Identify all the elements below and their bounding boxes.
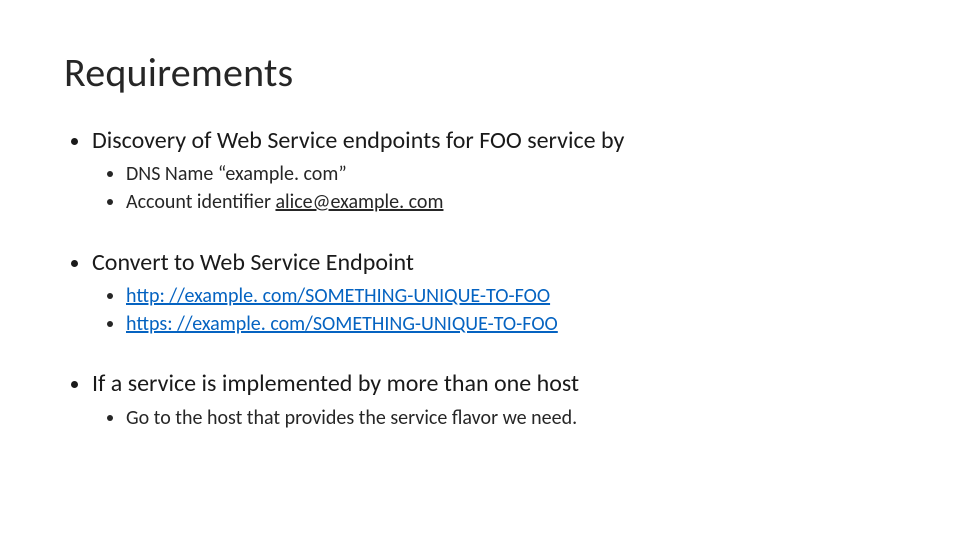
sub-http: http: //example. com/SOMETHING-UNIQUE-TO… [126, 283, 896, 311]
sub-text: Account identifier [126, 190, 275, 214]
bullet-multihost: If a service is implemented by more than… [92, 368, 896, 432]
sub-account: Account identifier alice@example. com [126, 189, 896, 217]
bullet-text: Discovery of Web Service endpoints for F… [92, 126, 624, 155]
https-link[interactable]: https: //example. com/SOMETHING-UNIQUE-T… [126, 312, 558, 336]
bullet-text: If a service is implemented by more than… [92, 369, 579, 398]
sub-list: http: //example. com/SOMETHING-UNIQUE-TO… [92, 283, 896, 338]
slide-title: Requirements [64, 48, 896, 97]
sub-text: DNS Name “example. com” [126, 162, 347, 186]
sub-dns: DNS Name “example. com” [126, 161, 896, 189]
sub-https: https: //example. com/SOMETHING-UNIQUE-T… [126, 311, 896, 339]
slide: Requirements Discovery of Web Service en… [0, 0, 960, 540]
sub-flavor: Go to the host that provides the service… [126, 405, 896, 433]
sub-list: Go to the host that provides the service… [92, 405, 896, 433]
bullet-discovery: Discovery of Web Service endpoints for F… [92, 125, 896, 217]
bullet-text: Convert to Web Service Endpoint [92, 248, 414, 277]
email-link[interactable]: alice@example. com [275, 190, 443, 214]
sub-list: DNS Name “example. com” Account identifi… [92, 161, 896, 216]
bullet-list: Discovery of Web Service endpoints for F… [64, 125, 896, 432]
http-link[interactable]: http: //example. com/SOMETHING-UNIQUE-TO… [126, 284, 550, 308]
bullet-convert: Convert to Web Service Endpoint http: //… [92, 247, 896, 339]
sub-text: Go to the host that provides the service… [126, 406, 577, 430]
